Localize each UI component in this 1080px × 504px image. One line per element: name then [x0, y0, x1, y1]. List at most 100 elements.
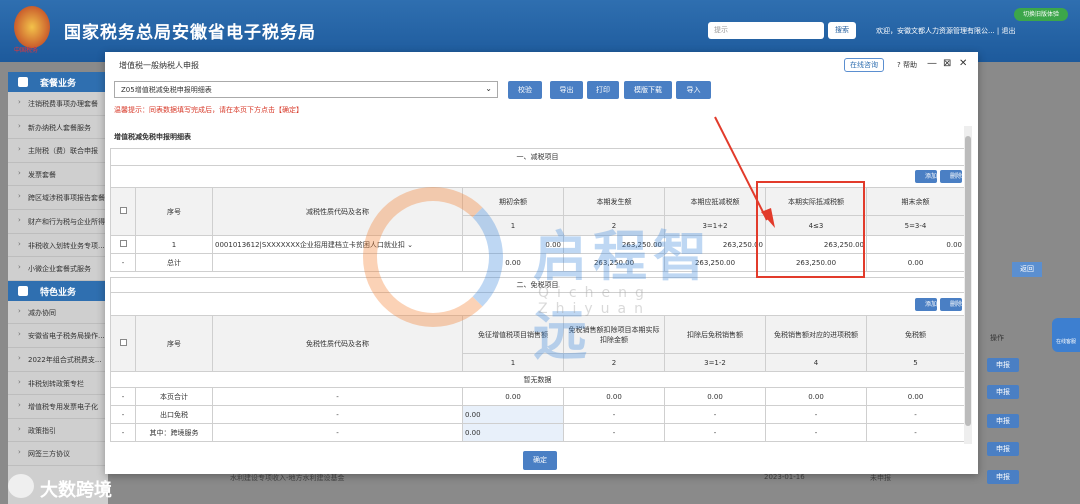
help-link[interactable]: ? 帮助: [897, 60, 917, 70]
portal-title: 国家税务总局安徽省电子税务局: [64, 23, 316, 43]
minimize-icon[interactable]: —: [927, 58, 937, 69]
col-header: 减税性质代码及名称: [212, 187, 463, 236]
maximize-icon[interactable]: ⊠: [943, 58, 951, 69]
col-code: 5: [866, 353, 965, 372]
sidebar-item[interactable]: 主附税（费）联合申报: [8, 139, 108, 163]
sidebar-item[interactable]: 财产和行为税与企业所得...: [8, 210, 108, 234]
sidebar-item[interactable]: 网签三方协议: [8, 442, 108, 466]
scrollbar-thumb[interactable]: [965, 136, 971, 426]
row-checkbox[interactable]: [119, 240, 127, 247]
col-code: 4≤3: [765, 215, 867, 236]
actual-reduction-input[interactable]: 263,250.00: [765, 235, 867, 254]
online-question-button[interactable]: 在线咨询: [844, 58, 884, 72]
switch-version-badge[interactable]: 切换旧版体验: [1014, 8, 1068, 21]
row-value: -: [866, 423, 965, 442]
sidebar-item[interactable]: 新办纳税人套餐服务: [8, 116, 108, 140]
current-amount-input[interactable]: 263,250.00: [563, 235, 665, 254]
portal-search-input[interactable]: 提示: [708, 22, 824, 39]
total-actual: 263,250.00: [765, 253, 867, 272]
bg-row-date: 2023-01-16: [764, 473, 805, 481]
emblem-caption: 中国税务: [14, 47, 39, 54]
sidebar-item[interactable]: 政策指引: [8, 419, 108, 443]
col-code: 3=1-2: [664, 353, 766, 372]
confirm-button[interactable]: 确定: [523, 451, 557, 470]
exemption-band-title: 二、免税项目: [110, 277, 965, 293]
row-name: -: [212, 387, 463, 406]
sidebar-item[interactable]: 发票套餐: [8, 163, 108, 187]
delete-row-button[interactable]: 删除: [940, 297, 962, 311]
cross-border-input[interactable]: 0.00: [462, 423, 564, 442]
apply-button[interactable]: 申报: [987, 358, 1019, 372]
sidebar-item[interactable]: 非税划转政策专栏: [8, 372, 108, 396]
add-row-button[interactable]: 添加: [915, 297, 937, 311]
bg-row-name: 水利建设专项收入-地方水利建设基金: [230, 474, 345, 482]
select-all-checkbox[interactable]: [119, 207, 127, 214]
row-value: 0.00: [765, 387, 867, 406]
grid-icon: [18, 77, 28, 87]
portal-search-button[interactable]: 搜索: [828, 22, 856, 39]
return-button[interactable]: 返回: [1012, 262, 1042, 277]
logout-link[interactable]: | 退出: [997, 27, 1016, 35]
import-button[interactable]: 导入: [676, 81, 711, 99]
export-button[interactable]: 导出: [550, 81, 583, 99]
section-title: 增值税减免税申报明细表: [114, 133, 191, 141]
row-seq: -: [110, 423, 136, 442]
col-header: 序号: [135, 187, 213, 236]
delete-row-button[interactable]: 删除: [940, 170, 962, 183]
total-opening: 0.00: [462, 253, 564, 272]
apply-button[interactable]: 申报: [987, 414, 1019, 428]
col-code: 2: [563, 215, 665, 236]
col-header: 序号: [135, 315, 213, 372]
template-download-button[interactable]: 模版下载: [624, 81, 672, 99]
closing-balance-value: 0.00: [866, 235, 965, 254]
reduction-table: 一、减税项目 添加 删除 序号 减税性质代码及名称 期初余额 本期发生额 本期应抵…: [110, 148, 965, 272]
print-button[interactable]: 打印: [587, 81, 619, 99]
row-name: -: [212, 423, 463, 442]
add-row-button[interactable]: 添加: [915, 170, 937, 183]
reduction-actions: 添加 删除: [110, 165, 965, 188]
sidebar-item[interactable]: 2022年组合式税费支...: [8, 348, 108, 372]
validate-button[interactable]: 校验: [508, 81, 542, 99]
apply-button[interactable]: 申报: [987, 470, 1019, 484]
declaration-modal: 增值税一般纳税人申报 在线咨询 ? 帮助 — ⊠ ✕ Z05增值税减免税申报明细…: [105, 52, 978, 474]
apply-button[interactable]: 申报: [987, 442, 1019, 456]
close-icon[interactable]: ✕: [959, 58, 967, 69]
col-header: 免税销售额对应的进项税额: [765, 315, 867, 354]
sidebar-item[interactable]: 非税收入划转业务专项...: [8, 234, 108, 258]
operation-header: 操作: [990, 334, 1004, 342]
sidebar-group-special[interactable]: 特色业务: [8, 280, 108, 301]
sidebar-item[interactable]: 跨区域涉税事项报告套餐: [8, 186, 108, 210]
chevron-down-icon: ⌄: [407, 240, 414, 249]
sidebar-item[interactable]: 减办协同: [8, 301, 108, 325]
reduction-code-select[interactable]: 0001013612|SXXXXXXX企业招用建档立卡贫困人口就业扣 ⌄: [212, 235, 463, 254]
opening-balance-input[interactable]: 0.00: [462, 235, 564, 254]
row-value: -: [563, 423, 665, 442]
col-code: 1: [462, 353, 564, 372]
row-seq: -: [110, 405, 136, 424]
question-icon: ?: [897, 61, 901, 69]
sidebar-item[interactable]: 安徽省电子税务局操作...: [8, 324, 108, 348]
bg-row-status: 未申报: [870, 474, 891, 482]
welcome-text: 欢迎，安徽文都人力资源管理有限公... | 退出: [876, 27, 1016, 35]
row-value: -: [866, 405, 965, 424]
sidebar-group-package[interactable]: 套餐业务: [8, 72, 108, 92]
sidebar-item[interactable]: 注销税费事项办理套餐: [8, 92, 108, 116]
total-current: 263,250.00: [563, 253, 665, 272]
modal-title: 增值税一般纳税人申报: [119, 61, 199, 70]
sidebar-item[interactable]: 小微企业套餐式服务: [8, 257, 108, 281]
row-value: -: [765, 423, 867, 442]
select-all-checkbox[interactable]: [119, 339, 127, 346]
sidebar-item[interactable]: 增值税专用发票电子化: [8, 395, 108, 419]
row-label: 其中：跨境服务: [135, 423, 213, 442]
total-label: 总计: [135, 253, 213, 272]
col-header: 本期实际抵减税额: [765, 187, 867, 216]
row-value: 0.00: [664, 387, 766, 406]
form-select[interactable]: Z05增值税减免税申报明细表 ⌄: [114, 81, 498, 98]
row-label: 出口免税: [135, 405, 213, 424]
total-due: 263,250.00: [664, 253, 766, 272]
export-exempt-input[interactable]: 0.00: [462, 405, 564, 424]
apply-button[interactable]: 申报: [987, 385, 1019, 399]
online-service-button[interactable]: 在线客服: [1052, 318, 1080, 352]
scrollbar[interactable]: [964, 126, 972, 444]
tax-emblem-icon: [14, 6, 50, 48]
